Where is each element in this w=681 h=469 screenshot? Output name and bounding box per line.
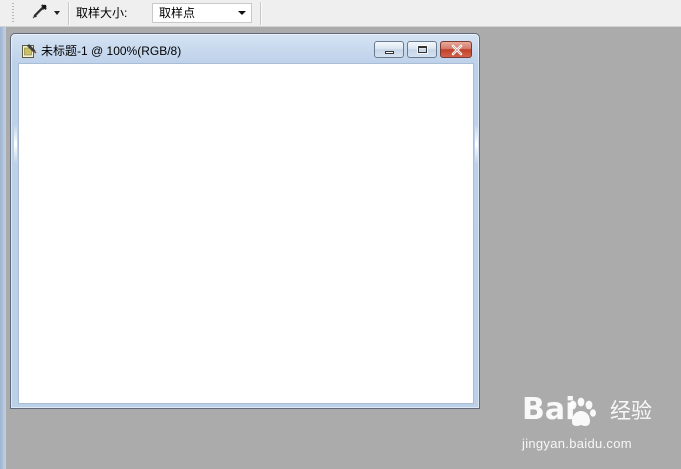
maximize-button[interactable]: [407, 41, 437, 58]
close-icon: [451, 44, 463, 56]
document-icon: [22, 44, 37, 58]
options-bar: 取样大小: 取样点: [0, 0, 681, 27]
chevron-down-icon: [238, 11, 246, 15]
baidu-jingyan-watermark: Bai 经验 jingyan.baidu.com: [522, 392, 672, 458]
watermark-url: jingyan.baidu.com: [522, 436, 632, 451]
sample-size-value: 取样点: [159, 6, 196, 20]
image-canvas[interactable]: [19, 64, 473, 403]
document-window[interactable]: 未标题-1 @ 100%(RGB/8): [10, 33, 480, 409]
minimize-icon: [385, 51, 394, 54]
sample-size-dropdown[interactable]: 取样点: [152, 3, 252, 23]
window-edge-highlight: [475, 124, 478, 164]
tools-panel-edge[interactable]: [0, 27, 6, 469]
paw-icon: [569, 397, 596, 426]
toolbar-grip[interactable]: [12, 3, 14, 24]
window-edge-highlight: [14, 124, 17, 164]
document-title: 未标题-1 @ 100%(RGB/8): [41, 44, 182, 58]
watermark-jingyan-text: 经验: [610, 399, 652, 423]
eyedropper-icon: [32, 4, 47, 19]
toolbar-separator: [260, 2, 262, 25]
maximize-icon: [418, 46, 427, 53]
minimize-button[interactable]: [374, 41, 404, 58]
close-button[interactable]: [440, 41, 472, 58]
toolbar-separator: [68, 2, 70, 25]
sample-size-label: 取样大小:: [76, 6, 128, 20]
chevron-down-icon[interactable]: [54, 11, 60, 15]
tool-preset-picker[interactable]: [28, 3, 66, 23]
